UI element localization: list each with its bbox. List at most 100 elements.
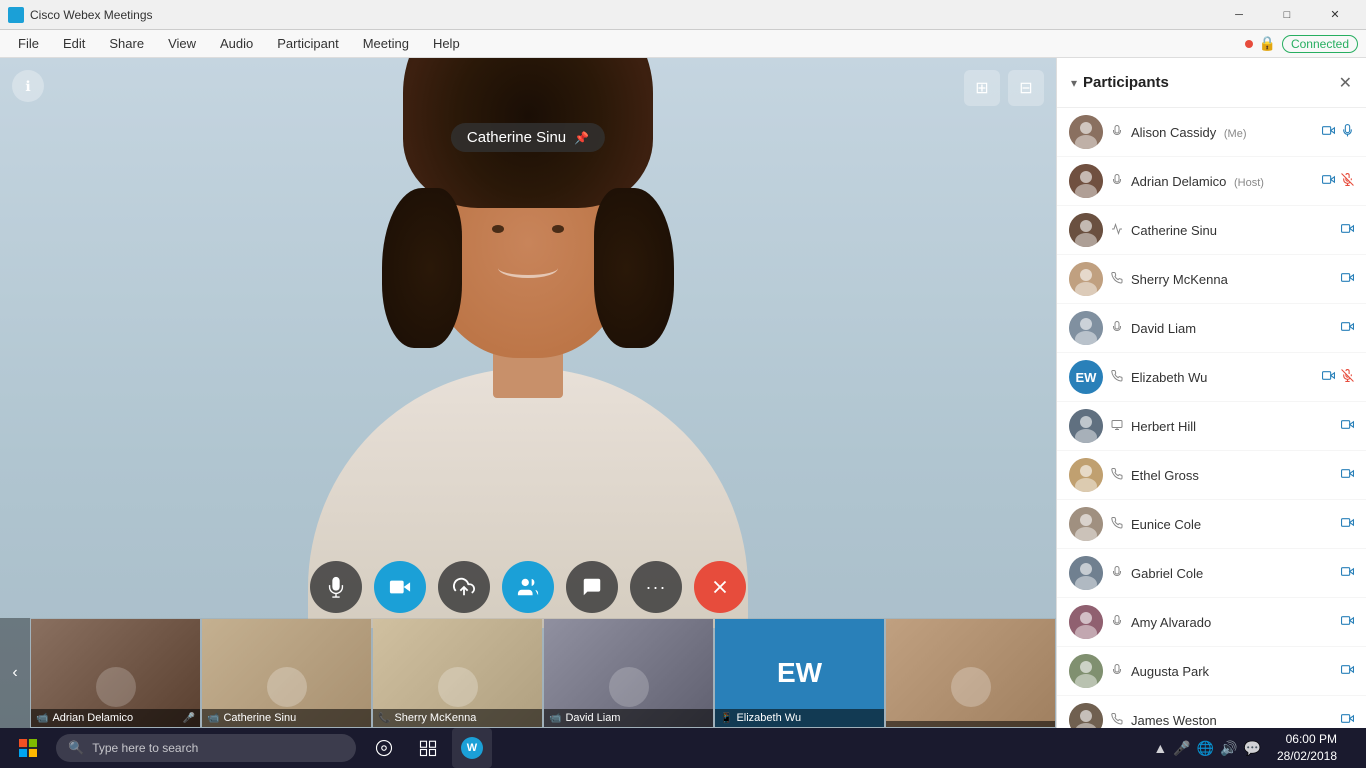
menu-participant[interactable]: Participant: [267, 32, 348, 55]
more-button[interactable]: ···: [630, 561, 682, 613]
app-name: Cisco Webex Meetings: [30, 8, 153, 22]
participant-actions: [1341, 271, 1354, 287]
participant-cam-icon[interactable]: [1341, 271, 1354, 287]
thumbnail-item[interactable]: 📹 Catherine Sinu: [201, 618, 372, 728]
participant-cam-icon[interactable]: [1341, 614, 1354, 630]
participant-cam-icon[interactable]: [1341, 663, 1354, 679]
minimize-button[interactable]: ─: [1216, 0, 1262, 30]
participant-cam-icon[interactable]: [1341, 516, 1354, 532]
participant-cam-icon[interactable]: [1341, 222, 1354, 238]
end-call-button[interactable]: [694, 561, 746, 613]
participant-avatar: [1069, 115, 1103, 149]
participant-actions: [1322, 124, 1354, 140]
participant-row[interactable]: David Liam: [1057, 304, 1366, 353]
task-view-icon[interactable]: [408, 728, 448, 768]
up-arrow-icon[interactable]: ▲: [1153, 740, 1167, 756]
participants-list: Alison Cassidy (Me) Adrian Delamico (Hos…: [1057, 108, 1366, 728]
window-controls: ─ □ ✕: [1216, 0, 1358, 30]
panel-header: ▾ Participants ✕: [1057, 58, 1366, 108]
network-icon[interactable]: 🌐: [1197, 740, 1214, 757]
participant-row[interactable]: Catherine Sinu: [1057, 206, 1366, 255]
mute-button[interactable]: [310, 561, 362, 613]
participant-row[interactable]: EWElizabeth Wu: [1057, 353, 1366, 402]
search-placeholder: Type here to search: [92, 741, 198, 755]
participant-cam-icon[interactable]: [1322, 369, 1335, 385]
chat-button[interactable]: [566, 561, 618, 613]
participant-audio-icon: [1111, 713, 1123, 728]
cortana-icon[interactable]: [364, 728, 404, 768]
thumbnail-name: [886, 721, 1055, 727]
share-button[interactable]: [438, 561, 490, 613]
participant-avatar: [1069, 556, 1103, 590]
participant-actions: [1322, 173, 1354, 189]
video-button[interactable]: [374, 561, 426, 613]
thumb-mute-icon: 🎤: [183, 713, 195, 724]
participant-row[interactable]: Alison Cassidy (Me): [1057, 108, 1366, 157]
participant-audio-icon: [1111, 664, 1123, 679]
thumbnail-name: 📹 Adrian Delamico 🎤: [31, 709, 200, 727]
info-button[interactable]: ℹ: [12, 70, 44, 102]
speaker-hair-left: [382, 188, 462, 348]
thumbnail-item[interactable]: 📹 David Liam: [543, 618, 714, 728]
share-view-button[interactable]: ⊟: [1008, 70, 1044, 106]
participant-name: Elizabeth Wu: [1131, 370, 1314, 385]
participant-mic-icon[interactable]: [1341, 173, 1354, 189]
panel-title: Participants: [1083, 74, 1169, 91]
participant-cam-icon[interactable]: [1341, 467, 1354, 483]
participant-cam-icon[interactable]: [1341, 320, 1354, 336]
participant-row[interactable]: Eunice Cole: [1057, 500, 1366, 549]
speaker-eye-left: [492, 225, 504, 233]
participant-row[interactable]: Adrian Delamico (Host): [1057, 157, 1366, 206]
start-button[interactable]: [8, 728, 48, 768]
pin-icon[interactable]: 📌: [574, 131, 589, 145]
taskbar-icons: W: [364, 728, 492, 768]
participant-cam-icon[interactable]: [1322, 173, 1335, 189]
action-center-icon[interactable]: 💬: [1244, 740, 1261, 757]
participant-row[interactable]: James Weston: [1057, 696, 1366, 728]
participant-name: Augusta Park: [1131, 664, 1333, 679]
participant-name: Sherry McKenna: [1131, 272, 1333, 287]
participant-row[interactable]: Herbert Hill: [1057, 402, 1366, 451]
participant-row[interactable]: Sherry McKenna: [1057, 255, 1366, 304]
maximize-button[interactable]: □: [1264, 0, 1310, 30]
menu-edit[interactable]: Edit: [53, 32, 95, 55]
close-button[interactable]: ✕: [1312, 0, 1358, 30]
menu-view[interactable]: View: [158, 32, 206, 55]
participant-cam-icon[interactable]: [1341, 712, 1354, 728]
participant-name: Eunice Cole: [1131, 517, 1333, 532]
search-bar[interactable]: 🔍 Type here to search: [56, 734, 356, 762]
participant-mic-icon[interactable]: [1341, 369, 1354, 385]
thumbnail-item[interactable]: EW 📱 Elizabeth Wu: [714, 618, 885, 728]
panel-close-button[interactable]: ✕: [1339, 73, 1352, 93]
menu-audio[interactable]: Audio: [210, 32, 263, 55]
scroll-left-arrow[interactable]: ‹: [0, 618, 30, 728]
participant-row[interactable]: Gabriel Cole: [1057, 549, 1366, 598]
participant-cam-icon[interactable]: [1322, 124, 1335, 140]
participant-row[interactable]: Augusta Park: [1057, 647, 1366, 696]
thumbnail-item[interactable]: [885, 618, 1056, 728]
participant-row[interactable]: Amy Alvarado: [1057, 598, 1366, 647]
participant-cam-icon[interactable]: [1341, 418, 1354, 434]
panel-chevron-icon[interactable]: ▾: [1071, 76, 1077, 90]
thumb-cam-icon: 📹: [207, 713, 219, 724]
system-tray: ▲ 🎤 🌐 🔊 💬: [1145, 740, 1269, 757]
menu-meeting[interactable]: Meeting: [353, 32, 419, 55]
participant-name: Gabriel Cole: [1131, 566, 1333, 581]
participants-button[interactable]: [502, 561, 554, 613]
thumbnail-item[interactable]: 📞 Sherry McKenna: [372, 618, 543, 728]
menu-file[interactable]: File: [8, 32, 49, 55]
participant-avatar: [1069, 409, 1103, 443]
speaker-icon[interactable]: 🔊: [1220, 740, 1237, 757]
participant-row[interactable]: Ethel Gross: [1057, 451, 1366, 500]
webex-taskbar-icon[interactable]: W: [452, 728, 492, 768]
thumbnail-name: 📞 Sherry McKenna: [373, 709, 542, 727]
mic-tray-icon[interactable]: 🎤: [1173, 740, 1190, 757]
lock-icon: 🔒: [1259, 35, 1276, 52]
participant-cam-icon[interactable]: [1341, 565, 1354, 581]
thumbnail-item[interactable]: 📹 Adrian Delamico 🎤: [30, 618, 201, 728]
layout-button[interactable]: ⊞: [964, 70, 1000, 106]
menu-share[interactable]: Share: [99, 32, 154, 55]
participant-mic-icon[interactable]: [1341, 124, 1354, 140]
menu-help[interactable]: Help: [423, 32, 470, 55]
taskbar-time: 06:00 PM 28/02/2018: [1277, 731, 1358, 765]
